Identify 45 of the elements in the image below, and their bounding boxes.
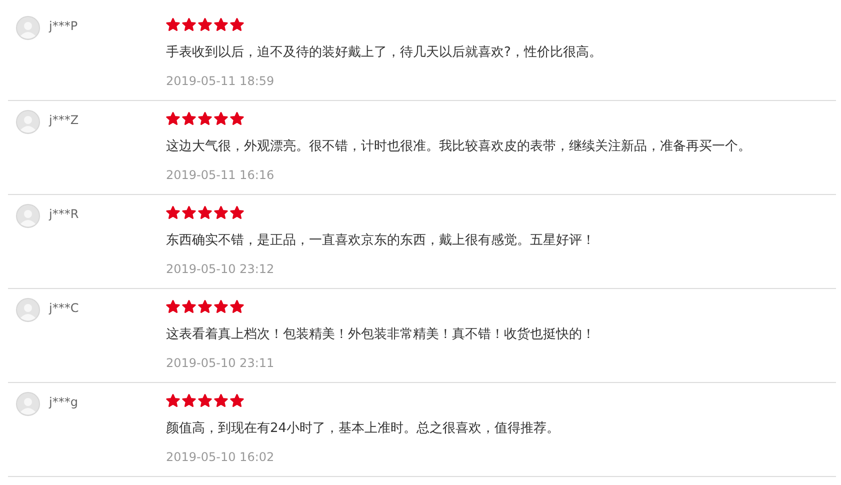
review-date: 2019-05-10 23:11 (166, 356, 276, 370)
star-icon (166, 206, 180, 220)
star-icon (198, 18, 212, 32)
star-icon (214, 112, 228, 126)
review-date: 2019-05-10 16:02 (166, 450, 276, 464)
star-icon (230, 206, 244, 220)
star-icon (166, 394, 180, 408)
star-icon (182, 206, 196, 220)
review-text: 颜值高，到现在有24小时了，基本上准时。总之很喜欢，值得推荐。 (166, 421, 560, 437)
review-date: 2019-05-11 16:16 (166, 168, 276, 182)
review-date: 2019-05-10 23:12 (166, 262, 276, 276)
star-icon (198, 206, 212, 220)
star-icon (182, 112, 196, 126)
review-text: 东西确实不错，是正品，一直喜欢京东的东西，戴上很有感觉。五星好评！ (166, 233, 595, 249)
avatar-icon (16, 392, 40, 416)
avatar-icon (16, 204, 40, 228)
star-icon (182, 300, 196, 314)
avatar-icon (16, 110, 40, 134)
star-icon (166, 300, 180, 314)
username: j***R (49, 207, 79, 221)
star-icon (230, 112, 244, 126)
avatar-icon (16, 298, 40, 322)
star-icon (182, 394, 196, 408)
star-icon (198, 300, 212, 314)
star-icon (182, 18, 196, 32)
star-icon (214, 18, 228, 32)
username: j***C (49, 301, 79, 315)
review-text: 这边大气很，外观漂亮。很不错，计时也很准。我比较喜欢皮的表带，继续关注新品，准备再买一个。 (166, 139, 751, 155)
star-icon (198, 394, 212, 408)
review-text: 这表看着真上档次！包装精美！外包装非常精美！真不错！收货也挺快的！ (166, 327, 595, 343)
username: j***P (49, 19, 78, 33)
star-icon (166, 112, 180, 126)
star-icon (214, 206, 228, 220)
star-icon (214, 300, 228, 314)
star-icon (230, 300, 244, 314)
username: j***Z (49, 113, 79, 127)
star-icon (230, 18, 244, 32)
username: j***g (49, 395, 78, 409)
star-icon (230, 394, 244, 408)
review-text: 手表收到以后，迫不及待的装好戴上了，待几天以后就喜欢?，性价比很高。 (166, 45, 602, 61)
star-icon (214, 394, 228, 408)
review-date: 2019-05-11 18:59 (166, 74, 276, 88)
star-icon (166, 18, 180, 32)
avatar-icon (16, 16, 40, 40)
star-icon (198, 112, 212, 126)
